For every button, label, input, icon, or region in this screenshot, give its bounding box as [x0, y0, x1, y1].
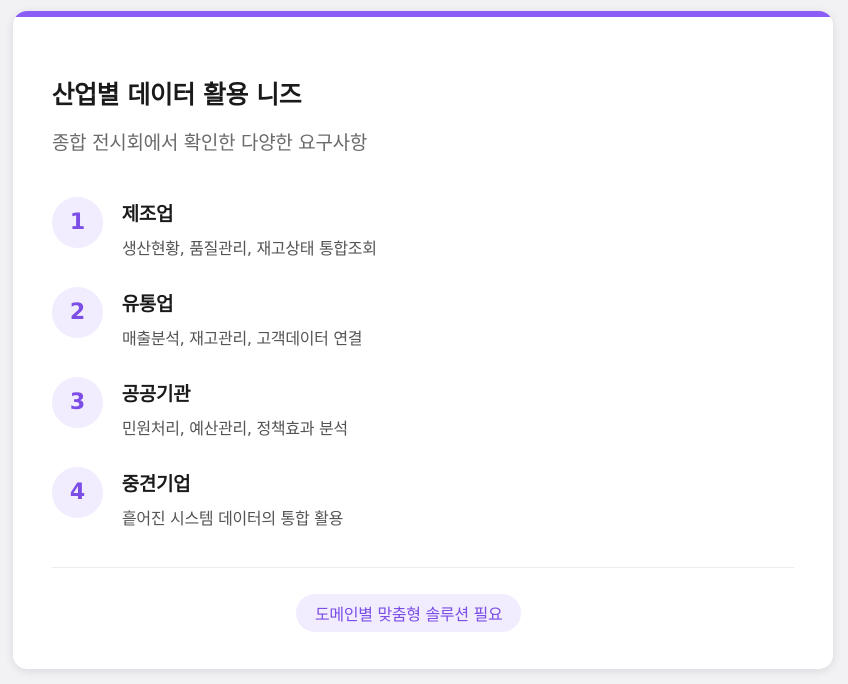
needs-card: 산업별 데이터 활용 니즈 종합 전시회에서 확인한 다양한 요구사항 1 제조…	[13, 11, 833, 669]
card-subtitle: 종합 전시회에서 확인한 다양한 요구사항	[52, 132, 368, 154]
item-title: 유통업	[122, 293, 174, 315]
item-description: 생산현황, 품질관리, 재고상태 통합조회	[122, 239, 377, 258]
divider	[52, 567, 794, 568]
industry-list: 1 제조업 생산현황, 품질관리, 재고상태 통합조회 2 유통업 매출분석, …	[52, 197, 792, 557]
list-item: 1 제조업 생산현황, 품질관리, 재고상태 통합조회	[52, 197, 792, 287]
list-item: 2 유통업 매출분석, 재고관리, 고객데이터 연결	[52, 287, 792, 377]
item-description: 흩어진 시스템 데이터의 통합 활용	[122, 509, 344, 528]
item-description: 매출분석, 재고관리, 고객데이터 연결	[122, 329, 363, 348]
list-item: 3 공공기관 민원처리, 예산관리, 정책효과 분석	[52, 377, 792, 467]
item-title: 공공기관	[122, 383, 191, 405]
item-number-badge: 4	[52, 467, 103, 518]
item-number-badge: 2	[52, 287, 103, 338]
accent-bar	[13, 11, 833, 17]
card-title: 산업별 데이터 활용 니즈	[52, 80, 302, 109]
solution-badge: 도메인별 맞춤형 솔루션 필요	[296, 594, 522, 632]
item-title: 제조업	[122, 203, 174, 225]
item-title: 중견기업	[122, 473, 191, 495]
list-item: 4 중견기업 흩어진 시스템 데이터의 통합 활용	[52, 467, 792, 557]
item-description: 민원처리, 예산관리, 정책효과 분석	[122, 419, 348, 438]
item-number-badge: 3	[52, 377, 103, 428]
item-number-badge: 1	[52, 197, 103, 248]
